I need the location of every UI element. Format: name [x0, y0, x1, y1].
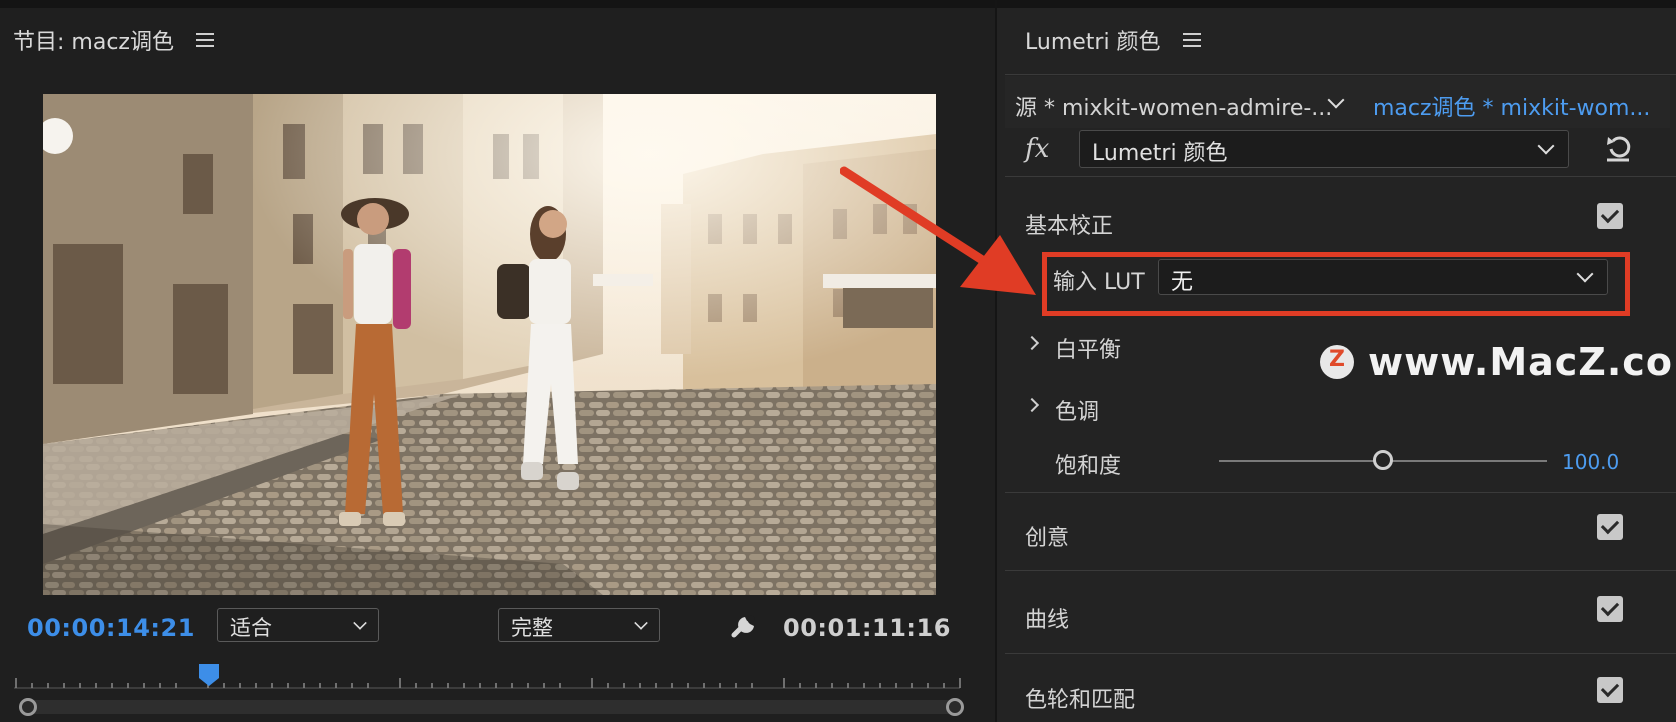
effect-row: fx Lumetri 颜色	[1005, 126, 1670, 176]
watermark-text: www.MacZ.com	[1368, 340, 1676, 384]
source-clip-tab[interactable]: 源 * mixkit-women-admire-...	[1015, 90, 1332, 122]
creative-checkbox[interactable]	[1597, 514, 1623, 540]
saturation-label: 饱和度	[1055, 454, 1122, 479]
clip-source-selector: 源 * mixkit-women-admire-... macz调色 * mix…	[1005, 76, 1670, 128]
color-wheels-section-header[interactable]: 色轮和匹配	[1025, 682, 1135, 714]
in-point-handle[interactable]	[19, 698, 37, 716]
fx-icon[interactable]: fx	[1025, 134, 1049, 164]
creative-section-header[interactable]: 创意	[1025, 520, 1069, 552]
playback-resolution-value: 完整	[511, 616, 553, 640]
panel-menu-icon[interactable]	[1182, 33, 1201, 47]
chevron-down-icon	[353, 616, 367, 630]
video-preview	[43, 94, 936, 595]
curves-checkbox[interactable]	[1597, 596, 1623, 622]
watermark-logo-icon: Z	[1320, 345, 1354, 379]
zoom-level-value: 适合	[230, 616, 272, 640]
out-point-handle[interactable]	[946, 698, 964, 716]
sequence-clip-tab[interactable]: macz调色 * mixkit-wom...	[1373, 90, 1650, 122]
red-annotation-arrow-icon	[840, 166, 1036, 295]
basic-correction-checkbox[interactable]	[1597, 203, 1623, 229]
section-divider	[1005, 176, 1676, 177]
chevron-down-icon	[634, 616, 648, 630]
playhead-marker[interactable]	[197, 664, 221, 686]
saturation-value[interactable]: 100.0	[1562, 450, 1619, 474]
program-monitor-header: 节目: macz调色	[13, 24, 214, 56]
time-ruler	[14, 678, 961, 689]
video-frame-image	[43, 94, 936, 595]
chevron-right-icon[interactable]	[1024, 335, 1040, 351]
lumetri-panel-title[interactable]: Lumetri 颜色	[1025, 24, 1161, 56]
section-divider	[1005, 492, 1676, 493]
current-timecode[interactable]: 00:00:14:21	[27, 614, 195, 642]
curves-section-header[interactable]: 曲线	[1025, 602, 1069, 634]
playback-resolution-dropdown[interactable]: 完整	[498, 608, 660, 642]
input-lut-highlight-box	[1042, 252, 1630, 316]
program-monitor-panel: 节目: macz调色 00:00:14:21 适合 完整 00:01:11:16	[0, 0, 995, 722]
section-divider	[1005, 570, 1676, 571]
playback-scrubber[interactable]	[0, 660, 995, 722]
chevron-right-icon[interactable]	[1024, 397, 1040, 413]
duration-timecode: 00:01:11:16	[783, 614, 951, 642]
wrench-settings-icon[interactable]	[728, 608, 762, 642]
white-balance-subsection[interactable]: 白平衡	[1055, 332, 1121, 364]
panel-top-strip	[0, 0, 995, 8]
header-divider	[1005, 74, 1676, 75]
section-divider	[1005, 653, 1676, 654]
panel-top-strip	[997, 0, 1676, 8]
watermark: Z www.MacZ.com	[1320, 340, 1676, 384]
effect-select[interactable]: Lumetri 颜色	[1079, 130, 1569, 168]
chevron-down-icon	[1537, 137, 1555, 155]
effect-select-value: Lumetri 颜色	[1092, 141, 1228, 166]
lumetri-header: Lumetri 颜色	[1025, 24, 1201, 56]
playback-controls: 00:00:14:21 适合 完整 00:01:11:16	[0, 600, 995, 650]
program-monitor-title[interactable]: 节目: macz调色	[13, 24, 174, 56]
scrub-track[interactable]	[28, 700, 958, 714]
panel-menu-icon[interactable]	[195, 33, 214, 47]
tone-subsection[interactable]: 色调	[1055, 394, 1099, 426]
color-wheels-checkbox[interactable]	[1597, 677, 1623, 703]
saturation-slider-knob[interactable]	[1373, 450, 1393, 470]
reset-effect-icon[interactable]	[1602, 132, 1634, 164]
zoom-level-dropdown[interactable]: 适合	[217, 608, 379, 642]
